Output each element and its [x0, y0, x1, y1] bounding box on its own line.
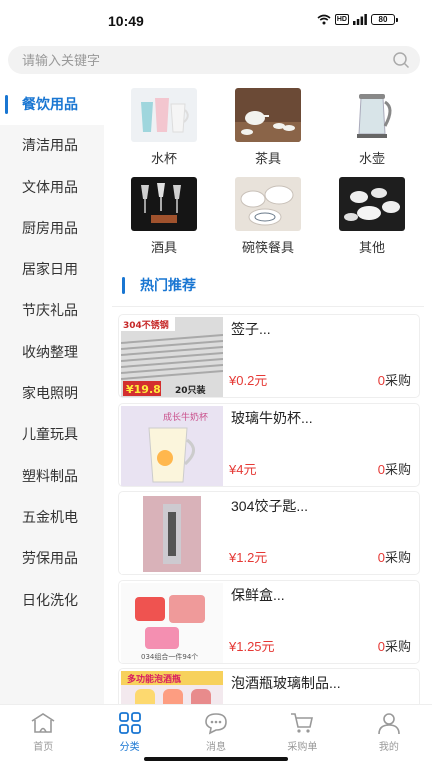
sidebar-item-appliances[interactable]: 家电照明	[0, 373, 104, 414]
product-image: 034组合一件94个	[121, 582, 223, 663]
network-badge: HD	[334, 14, 349, 25]
sold-number: 0	[377, 638, 385, 654]
kettle-image	[339, 88, 405, 142]
home-indicator	[144, 757, 288, 761]
profile-icon	[378, 713, 400, 735]
subcategory-tea-set[interactable]: 茶具	[216, 88, 320, 167]
status-bar: 10:49 HD 80	[0, 0, 432, 40]
tab-label: 我的	[378, 742, 399, 753]
search-bar[interactable]	[8, 46, 420, 74]
product-price: ¥0.2元	[229, 373, 268, 388]
sidebar-item-storage[interactable]: 收纳整理	[0, 332, 104, 373]
sidebar-item-stationery[interactable]: 文体用品	[0, 167, 104, 208]
image-caption-price: ¥19.8	[126, 383, 161, 396]
product-card[interactable]: 成长牛奶杯 玻璃牛奶杯... ¥4元 0采购	[118, 402, 420, 487]
sidebar-item-plastics[interactable]: 塑料制品	[0, 456, 104, 497]
product-sold-count: 0采购	[378, 636, 411, 655]
sold-suffix: 采购	[384, 461, 411, 477]
product-price: ¥1.25元	[229, 638, 275, 654]
sidebar-item-toys[interactable]: 儿童玩具	[0, 414, 104, 455]
subcategory-wine-glasses[interactable]: 酒具	[112, 177, 216, 256]
tab-label: 分类	[119, 742, 140, 753]
product-price: ¥1.2元	[229, 550, 268, 565]
subcategory-label: 其他	[358, 240, 385, 255]
tableware-image	[235, 177, 301, 231]
product-image: 多功能泡酒瓶	[121, 671, 223, 704]
image-caption-top: 304不锈钢	[123, 319, 169, 331]
product-card[interactable]: 304饺子匙... ¥1.2元 0采购	[118, 491, 420, 575]
sidebar-item-tableware[interactable]: 餐饮用品	[0, 84, 104, 126]
other-image	[339, 177, 405, 231]
sidebar-item-toiletries[interactable]: 日化洗化	[0, 580, 104, 621]
sidebar-item-household[interactable]: 居家日用	[0, 249, 104, 290]
subcategory-label: 水壶	[358, 151, 385, 166]
category-sidebar: 餐饮用品 清洁用品 文体用品 厨房用品 居家日用 节庆礼品 收纳整理 家电照明 …	[0, 84, 104, 704]
sold-number: 0	[377, 373, 385, 388]
tab-home[interactable]: 首页	[0, 705, 86, 768]
subcategory-cups[interactable]: 水杯	[112, 88, 216, 167]
subcategory-tableware[interactable]: 碗筷餐具	[216, 177, 320, 256]
sidebar-item-hardware[interactable]: 五金机电	[0, 497, 104, 538]
product-image: 304不锈钢 ¥19.8 20只装	[121, 317, 223, 397]
sold-suffix: 采购	[384, 550, 411, 565]
subcategory-other[interactable]: 其他	[320, 177, 424, 256]
subcategory-label: 水杯	[150, 151, 177, 166]
subcategory-label: 茶具	[254, 151, 281, 166]
search-icon[interactable]	[392, 51, 410, 69]
product-card[interactable]: 034组合一件94个 保鲜盒... ¥1.25元 0采购	[118, 579, 420, 664]
cups-image	[131, 88, 197, 142]
product-price: ¥4元	[229, 461, 257, 477]
status-time: 10:49	[108, 13, 144, 29]
product-sold-count: 0采购	[378, 459, 411, 478]
tab-label: 采购单	[287, 742, 318, 753]
sidebar-item-festival-gifts[interactable]: 节庆礼品	[0, 290, 104, 331]
sold-number: 0	[377, 550, 385, 565]
tab-profile[interactable]: 我的	[346, 705, 432, 768]
tab-label: 消息	[206, 742, 227, 753]
product-card[interactable]: 多功能泡酒瓶 泡酒瓶玻璃制品...	[118, 668, 420, 704]
subcategory-kettle[interactable]: 水壶	[320, 88, 424, 167]
sold-suffix: 采购	[384, 373, 411, 388]
battery-level: 80	[371, 14, 395, 25]
divider	[112, 306, 424, 307]
image-caption-title: 成长牛奶杯	[163, 411, 208, 423]
product-name: 保鲜盒...	[231, 586, 285, 603]
product-name: 泡酒瓶玻璃制品...	[231, 675, 341, 691]
wifi-icon	[317, 14, 331, 25]
search-input[interactable]	[22, 46, 372, 74]
message-icon	[205, 713, 227, 735]
product-sold-count: 0采购	[378, 370, 411, 389]
product-image: 成长牛奶杯	[121, 405, 223, 486]
section-marker	[122, 276, 125, 294]
sold-number: 0	[377, 461, 385, 477]
sidebar-item-kitchen[interactable]: 厨房用品	[0, 208, 104, 249]
category-icon	[118, 712, 141, 734]
sidebar-item-labor-protection[interactable]: 劳保用品	[0, 538, 104, 579]
status-icons: HD 80	[317, 14, 398, 25]
subcategory-grid: 水杯 茶具 水壶 酒具 碗筷餐具 其他	[112, 88, 424, 256]
hot-section-title: 热门推荐	[140, 277, 196, 293]
product-sold-count: 0采购	[378, 547, 411, 566]
product-list[interactable]: 304不锈钢 ¥19.8 20只装 签子... ¥0.2元 0采购 成长牛奶杯 …	[118, 314, 420, 704]
battery-icon: 80	[371, 14, 398, 25]
subcategory-label: 酒具	[150, 240, 177, 255]
wine-glasses-image	[131, 177, 197, 231]
subcategory-label: 碗筷餐具	[241, 240, 294, 255]
sidebar-item-cleaning[interactable]: 清洁用品	[0, 125, 104, 166]
cart-icon	[291, 713, 314, 733]
sold-suffix: 采购	[384, 638, 411, 654]
tab-label: 首页	[33, 742, 54, 753]
product-name: 玻璃牛奶杯...	[231, 409, 313, 426]
product-name: 签子...	[231, 321, 271, 337]
product-image	[121, 494, 223, 574]
image-caption-count: 20只装	[175, 384, 207, 396]
tea-set-image	[235, 88, 301, 142]
hot-section-header: 热门推荐	[122, 272, 196, 298]
product-card[interactable]: 304不锈钢 ¥19.8 20只装 签子... ¥0.2元 0采购	[118, 314, 420, 398]
product-name: 304饺子匙...	[231, 498, 309, 514]
image-caption-bottom: 034组合一件94个	[141, 652, 198, 661]
image-caption-top: 多功能泡酒瓶	[127, 673, 181, 685]
home-icon	[31, 713, 55, 733]
signal-icon	[353, 14, 367, 25]
